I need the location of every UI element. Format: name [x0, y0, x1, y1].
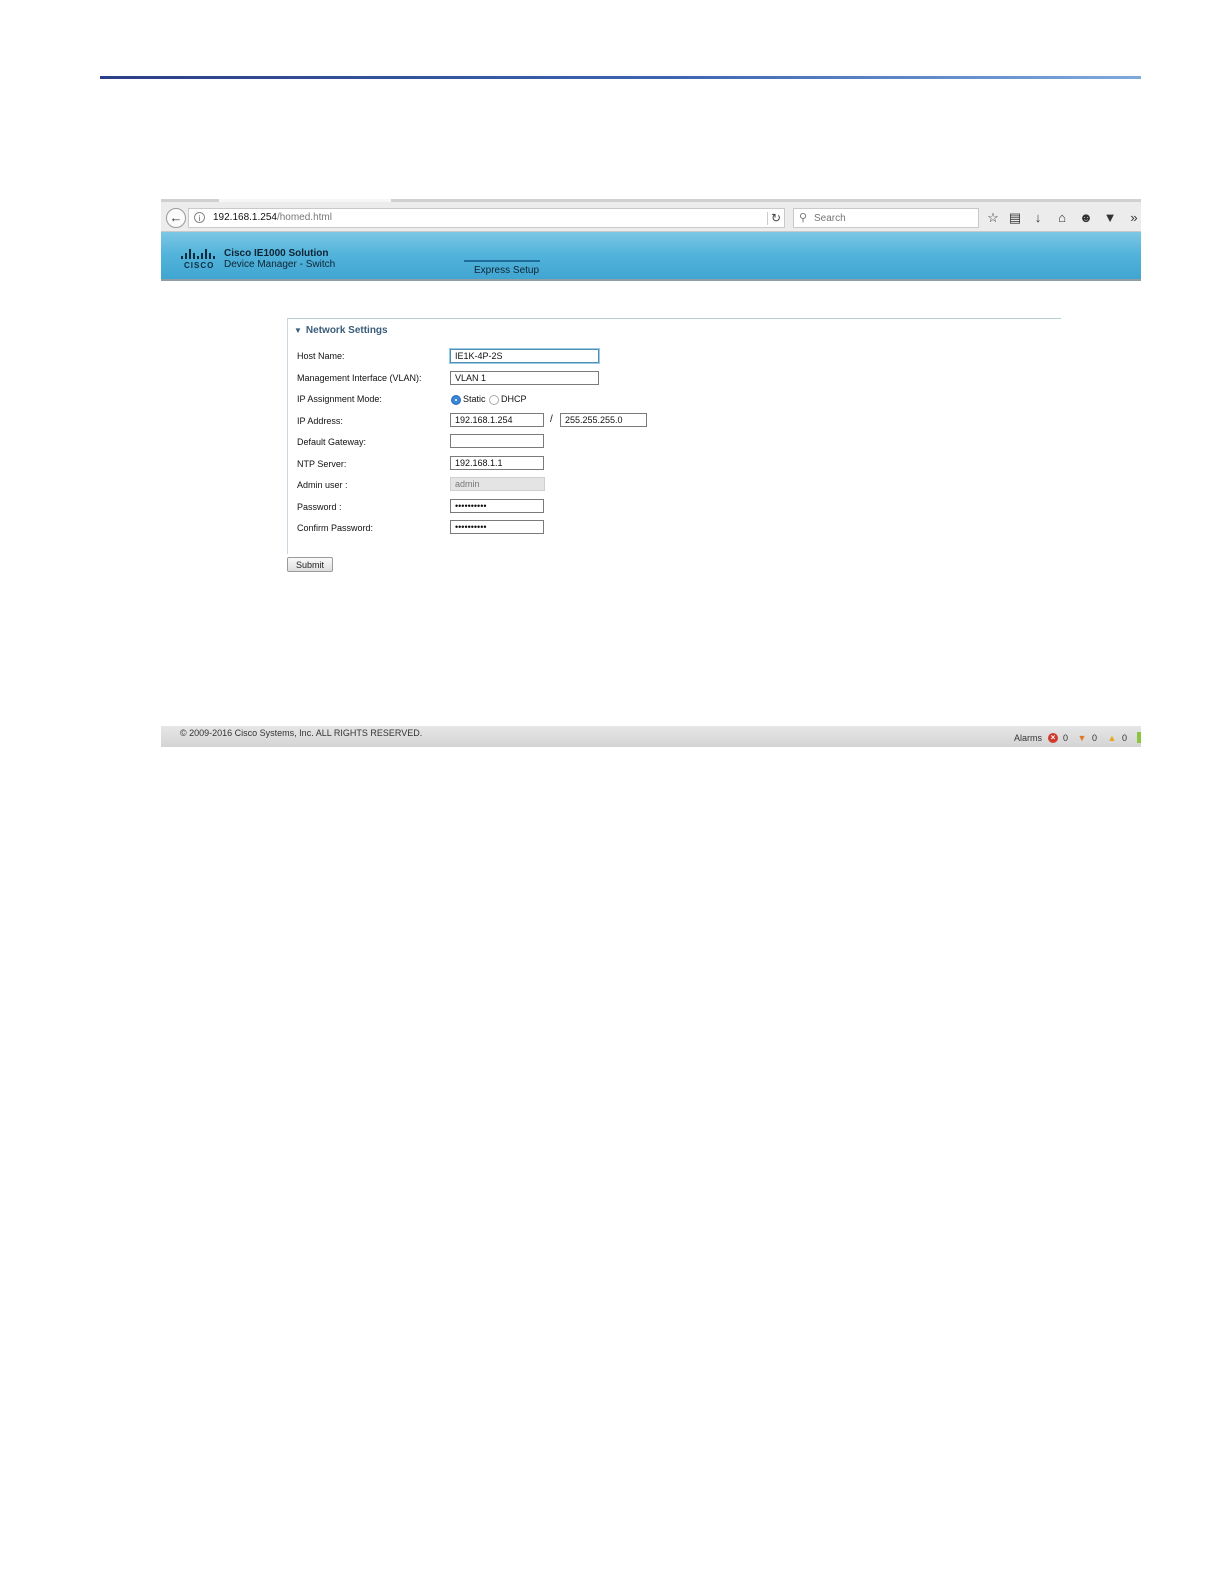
pocket-icon[interactable]: ▼	[1101, 209, 1119, 227]
ip-address-input[interactable]	[450, 413, 544, 427]
search-box[interactable]: ⚲	[793, 208, 979, 228]
browser-screenshot: ← i 192.168.1.254/homed.html ↻ ⚲ ☆ ▤ ↓ ⌂…	[161, 199, 1141, 747]
static-radio[interactable]	[451, 395, 461, 405]
subnet-mask-input[interactable]	[560, 413, 647, 427]
confirm-password-input[interactable]	[450, 520, 544, 534]
url-text: 192.168.1.254/homed.html	[213, 209, 332, 227]
bookmark-star-icon[interactable]: ☆	[984, 209, 1002, 227]
status-bar: © 2009-2016 Cisco Systems, Inc. ALL RIGH…	[161, 726, 1141, 747]
cisco-logo-bars	[181, 249, 217, 259]
major-alarm-count: 0	[1092, 733, 1098, 743]
browser-tab[interactable]	[219, 199, 391, 202]
submit-button[interactable]: Submit	[287, 557, 333, 572]
admin-user-label: Admin user :	[297, 480, 348, 490]
url-path: /homed.html	[276, 212, 332, 223]
minor-alarm-icon[interactable]: ▲	[1107, 733, 1117, 743]
confirm-password-label: Confirm Password:	[297, 523, 374, 533]
back-button[interactable]: ←	[166, 208, 186, 228]
minor-alarm-count: 0	[1122, 733, 1128, 743]
default-gateway-input[interactable]	[450, 434, 544, 448]
address-bar[interactable]: i 192.168.1.254/homed.html	[188, 208, 785, 228]
admin-user-input	[450, 477, 545, 491]
search-input[interactable]	[812, 210, 976, 227]
ntp-server-input[interactable]	[450, 456, 544, 470]
info-icon[interactable]: i	[194, 212, 205, 223]
cisco-logo: CISCO	[181, 249, 217, 271]
collapse-triangle-icon: ▼	[294, 326, 302, 335]
password-input[interactable]	[450, 499, 544, 513]
search-icon: ⚲	[799, 212, 808, 224]
static-radio-label: Static	[463, 394, 486, 404]
section-title: Network Settings	[305, 325, 388, 336]
network-settings-panel: ▼Network Settings Host Name: Management …	[287, 318, 1061, 554]
bookmarks-list-icon[interactable]: ▤	[1006, 209, 1024, 227]
host-name-label: Host Name:	[297, 351, 345, 361]
critical-alarm-count: 0	[1063, 733, 1069, 743]
default-gateway-label: Default Gateway:	[297, 437, 367, 447]
reload-button[interactable]: ↻	[767, 208, 785, 228]
mgmt-interface-input[interactable]	[450, 371, 599, 385]
status-indicator	[1137, 732, 1141, 743]
cisco-logo-text: CISCO	[184, 261, 215, 270]
copyright-text: © 2009-2016 Cisco Systems, Inc. ALL RIGH…	[180, 728, 423, 738]
password-label: Password :	[297, 502, 342, 512]
app-title: Cisco IE1000 Solution	[224, 248, 329, 259]
browser-toolbar: ← i 192.168.1.254/homed.html ↻ ⚲ ☆ ▤ ↓ ⌂…	[161, 199, 1141, 232]
network-settings-toggle[interactable]: ▼ Network Settings	[294, 325, 388, 336]
dhcp-radio-label: DHCP	[501, 394, 527, 404]
tab-express-setup[interactable]: Express Setup	[474, 265, 539, 276]
chat-icon[interactable]: ☻	[1077, 209, 1095, 227]
alarms-label: Alarms	[1014, 733, 1043, 743]
url-host: 192.168.1.254	[213, 212, 277, 223]
ip-address-label: IP Address:	[297, 416, 343, 426]
home-icon[interactable]: ⌂	[1053, 209, 1071, 227]
arrow-left-icon: ←	[169, 210, 183, 225]
reload-icon: ↻	[770, 211, 782, 225]
page-top-rule	[100, 76, 1141, 79]
ntp-server-label: NTP Server:	[297, 459, 347, 469]
overflow-icon[interactable]: »	[1125, 209, 1141, 227]
app-header: CISCO Cisco IE1000 Solution Device Manag…	[161, 232, 1141, 281]
active-tab-indicator	[464, 260, 540, 262]
app-subtitle: Device Manager - Switch	[224, 259, 336, 270]
download-icon[interactable]: ↓	[1029, 209, 1047, 227]
dhcp-radio[interactable]	[489, 395, 499, 405]
major-alarm-icon[interactable]: ▼	[1077, 733, 1087, 743]
mgmt-interface-label: Management Interface (VLAN):	[297, 373, 422, 383]
host-name-input[interactable]	[450, 349, 599, 363]
ip-mode-label: IP Assignment Mode:	[297, 394, 382, 404]
subnet-separator: /	[550, 414, 553, 425]
critical-alarm-icon[interactable]: ×	[1048, 733, 1058, 743]
